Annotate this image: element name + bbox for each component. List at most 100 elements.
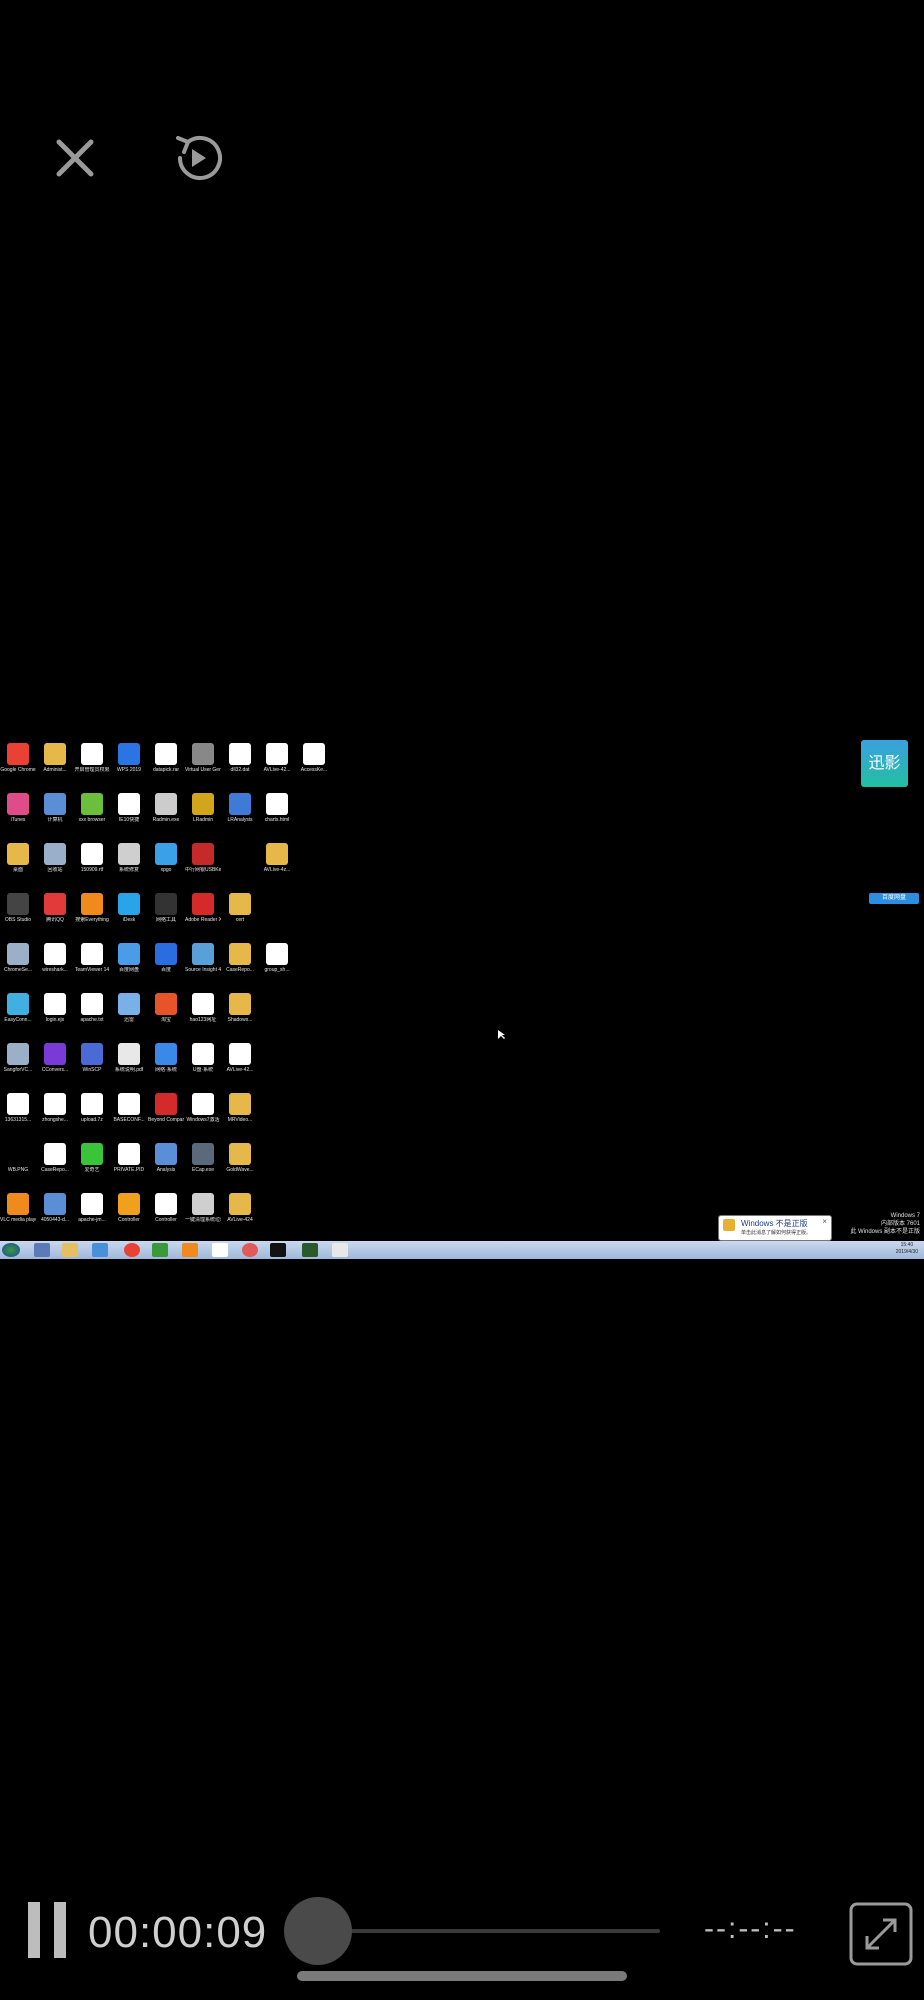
desktop-icon[interactable]: datapick.rar bbox=[148, 743, 184, 773]
taskbar-app-11[interactable] bbox=[332, 1243, 348, 1257]
desktop-icon[interactable]: 计算机 bbox=[37, 793, 73, 823]
desktop-icon[interactable]: 迅雷 bbox=[111, 993, 147, 1023]
notification-balloon[interactable]: Windows 不是正版 × 单击此消息了解如何获得正版。 bbox=[718, 1215, 832, 1241]
desktop-icon[interactable]: group_sh... bbox=[259, 943, 295, 973]
fullscreen-button[interactable] bbox=[849, 1902, 913, 1966]
desktop-icon[interactable]: 网络·系统 bbox=[148, 1043, 184, 1073]
desktop-icon[interactable]: AccessKe... bbox=[296, 743, 332, 773]
app-icon bbox=[155, 843, 177, 865]
desktop-icon[interactable]: 腾讯QQ bbox=[37, 893, 73, 923]
desktop-icon[interactable]: U盘·系统 bbox=[185, 1043, 221, 1073]
desktop-icon[interactable]: Source Insight 4.0 bbox=[185, 943, 221, 973]
desktop-icon[interactable]: 13631315... bbox=[0, 1093, 36, 1123]
desktop-icon[interactable]: 网络工具 bbox=[148, 893, 184, 923]
desktop-icon[interactable]: CConvers... bbox=[37, 1043, 73, 1073]
desktop-icon[interactable]: AVLive-42... bbox=[222, 1043, 258, 1073]
taskbar-app-10[interactable] bbox=[302, 1243, 318, 1257]
desktop-icon[interactable]: cert bbox=[222, 893, 258, 923]
desktop-icon[interactable]: iDesk bbox=[111, 893, 147, 923]
taskbar-app-7[interactable] bbox=[212, 1243, 228, 1257]
desktop-icon[interactable]: 中行网银USBKey bbox=[185, 843, 221, 873]
desktop-icon[interactable]: zhongshe... bbox=[37, 1093, 73, 1123]
desktop-icon[interactable]: Virtual User Generator bbox=[185, 743, 221, 773]
desktop-icon[interactable]: AVLive-424 bbox=[222, 1193, 258, 1223]
desktop-icon[interactable]: WPS 2019 bbox=[111, 743, 147, 773]
desktop-icon[interactable]: Google Chrome bbox=[0, 743, 36, 773]
taskbar-app-2[interactable] bbox=[62, 1243, 78, 1257]
desktop-icon[interactable]: EasyConn... bbox=[0, 993, 36, 1023]
desktop-icon[interactable]: 搜索Everything bbox=[74, 893, 110, 923]
desktop-icon[interactable]: Beyond Compare 4 bbox=[148, 1093, 184, 1123]
desktop-icon[interactable]: wireshark... bbox=[37, 943, 73, 973]
desktop-icon[interactable]: GoldWave... bbox=[222, 1143, 258, 1173]
desktop-icon[interactable]: 桌面 bbox=[0, 843, 36, 873]
desktop-icon-label: ECap.exe bbox=[192, 1167, 214, 1173]
desktop-icon[interactable]: TeamViewer 14 bbox=[74, 943, 110, 973]
notification-close-icon[interactable]: × bbox=[822, 1217, 827, 1226]
desktop-icon[interactable]: WinSCP bbox=[74, 1043, 110, 1073]
desktop-icon[interactable]: login.ejs bbox=[37, 993, 73, 1023]
desktop-icon[interactable]: MRVideo... bbox=[222, 1093, 258, 1123]
desktop-icon[interactable]: hao123网址 bbox=[185, 993, 221, 1023]
desktop-icon[interactable]: Controller bbox=[111, 1193, 147, 1223]
desktop-icon[interactable]: Radmin.exe bbox=[148, 793, 184, 823]
desktop-icon[interactable]: apache-jm... bbox=[74, 1193, 110, 1223]
desktop-icon[interactable]: Controller bbox=[148, 1193, 184, 1223]
desktop-icon[interactable]: dll32.dat bbox=[222, 743, 258, 773]
desktop-icon[interactable]: 一键清理系统垃圾文件.bat bbox=[185, 1193, 221, 1223]
desktop-icon[interactable]: xxx browser bbox=[74, 793, 110, 823]
taskbar-app-6[interactable] bbox=[182, 1243, 198, 1257]
tray-clock[interactable]: 15:40 2019/4/30 bbox=[896, 1242, 918, 1256]
desktop-icon[interactable]: VLC media player bbox=[0, 1193, 36, 1223]
desktop-icon[interactable]: PRIVATE.PID bbox=[111, 1143, 147, 1173]
start-button[interactable] bbox=[2, 1243, 20, 1257]
desktop-icon[interactable]: BASECONF... bbox=[111, 1093, 147, 1123]
desktop-icon[interactable]: 淘宝 bbox=[148, 993, 184, 1023]
desktop-icon[interactable]: 系统修复 bbox=[111, 843, 147, 873]
desktop-icon[interactable]: apache.txt bbox=[74, 993, 110, 1023]
desktop-icon[interactable]: Windows7激活 bbox=[185, 1093, 221, 1123]
app-icon bbox=[192, 843, 214, 865]
app-icon bbox=[44, 1143, 66, 1165]
seek-knob[interactable] bbox=[284, 1897, 352, 1965]
desktop-icon[interactable]: LRAnalysis bbox=[222, 793, 258, 823]
desktop-icon[interactable]: SangforVC... bbox=[0, 1043, 36, 1073]
desktop-icon[interactable]: 150909.rtf bbox=[74, 843, 110, 873]
close-button[interactable] bbox=[45, 128, 105, 188]
desktop-icon[interactable]: CaseRepo... bbox=[222, 943, 258, 973]
desktop-icon[interactable]: IE10快捷 bbox=[111, 793, 147, 823]
desktop-icon[interactable]: ChromeSe... bbox=[0, 943, 36, 973]
desktop-icon[interactable]: 百度 bbox=[148, 943, 184, 973]
app-icon bbox=[192, 793, 214, 815]
home-indicator[interactable] bbox=[297, 1971, 627, 1981]
desktop-icon[interactable]: Shadows... bbox=[222, 993, 258, 1023]
taskbar-app-8[interactable] bbox=[242, 1243, 258, 1257]
desktop-icon[interactable]: Analysis bbox=[148, 1143, 184, 1173]
taskbar-app-chrome[interactable] bbox=[124, 1243, 140, 1257]
desktop-icon[interactable]: charts.html bbox=[259, 793, 295, 823]
pause-button[interactable] bbox=[26, 1900, 72, 1960]
desktop-icon[interactable]: Adobe Reader XI bbox=[185, 893, 221, 923]
desktop-icon[interactable]: 百度网盘 bbox=[111, 943, 147, 973]
taskbar-app-1[interactable] bbox=[34, 1243, 50, 1257]
desktop-icon[interactable]: AVLive-42... bbox=[259, 743, 295, 773]
desktop-icon[interactable]: LRadmin bbox=[185, 793, 221, 823]
desktop-icon[interactable]: AVLive-4z... bbox=[259, 843, 295, 873]
taskbar-app-9[interactable] bbox=[270, 1243, 286, 1257]
taskbar-app-5[interactable] bbox=[152, 1243, 168, 1257]
desktop-icon[interactable]: 开启管理员权限 bbox=[74, 743, 110, 773]
desktop-icon[interactable]: ECap.exe bbox=[185, 1143, 221, 1173]
taskbar-app-3[interactable] bbox=[92, 1243, 108, 1257]
desktop-icon[interactable]: xpgo bbox=[148, 843, 184, 873]
desktop-icon[interactable]: iTunes bbox=[0, 793, 36, 823]
desktop-icon[interactable]: Administ... bbox=[37, 743, 73, 773]
desktop-icon[interactable]: WB.PNG bbox=[0, 1143, 36, 1173]
desktop-icon[interactable]: 4050443-d... bbox=[37, 1193, 73, 1223]
desktop-icon[interactable]: 系统说明.pdf bbox=[111, 1043, 147, 1073]
replay-button[interactable] bbox=[166, 128, 226, 188]
desktop-icon[interactable]: 爱奇艺 bbox=[74, 1143, 110, 1173]
desktop-icon[interactable]: CaseRepo... bbox=[37, 1143, 73, 1173]
desktop-icon[interactable]: OBS Studio bbox=[0, 893, 36, 923]
desktop-icon[interactable]: upload.7z bbox=[74, 1093, 110, 1123]
desktop-icon[interactable]: 回收站 bbox=[37, 843, 73, 873]
